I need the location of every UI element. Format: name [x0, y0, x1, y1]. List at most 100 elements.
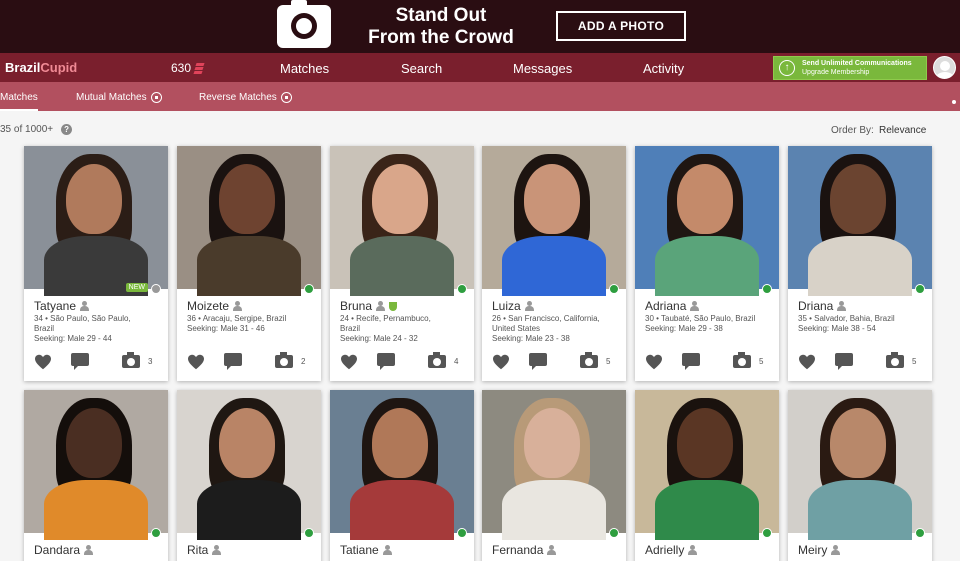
heart-icon[interactable]	[340, 354, 358, 370]
card-actions: 4	[330, 350, 474, 372]
profile-photo[interactable]	[788, 390, 932, 540]
online-status-icon	[151, 284, 161, 294]
heart-icon[interactable]	[492, 354, 510, 370]
profile-info: 35 • Salvador, Bahia, Brazil Seeking: Mal…	[798, 314, 926, 334]
profile-photo[interactable]	[635, 390, 779, 540]
profile-card[interactable]: NEW Tatyane 34 • São Paulo, São Paulo, Braz…	[24, 146, 168, 381]
profile-card[interactable]: Fernanda	[482, 390, 626, 561]
arrow-up-icon: ↑	[779, 60, 795, 76]
profile-photo[interactable]	[788, 146, 932, 296]
profile-name[interactable]: Fernanda	[492, 543, 557, 557]
profile-name[interactable]: Driana	[798, 299, 847, 313]
nav-messages[interactable]: Messages	[513, 61, 572, 76]
profile-location: 26 • San Francisco, California,	[492, 314, 600, 323]
profile-seeking: Seeking: Male 23 - 38	[492, 334, 570, 343]
profile-name[interactable]: Moizete	[187, 299, 243, 313]
profile-card[interactable]: Adrielly	[635, 390, 779, 561]
profile-name[interactable]: Rita	[187, 543, 222, 557]
profile-card[interactable]: Meiry	[788, 390, 932, 561]
more-dot-icon[interactable]	[952, 100, 956, 104]
camera-icon[interactable]	[428, 352, 446, 368]
profile-card[interactable]: Tatiane	[330, 390, 474, 561]
profile-photo[interactable]	[482, 390, 626, 540]
profile-card[interactable]: Driana 35 • Salvador, Bahia, Brazil Seekin…	[788, 146, 932, 381]
online-status-icon	[915, 284, 925, 294]
profile-card[interactable]: Dandara	[24, 390, 168, 561]
message-icon[interactable]	[71, 353, 89, 370]
camera-icon[interactable]	[275, 352, 293, 368]
upgrade-line2: Upgrade Membership	[802, 69, 870, 76]
profile-card[interactable]: Moizete 36 • Aracaju, Sergipe, Brazil Seek…	[177, 146, 321, 381]
message-icon[interactable]	[224, 353, 242, 370]
message-icon[interactable]	[835, 353, 853, 370]
profile-location: 34 • São Paulo, São Paulo,	[34, 314, 131, 323]
profile-name[interactable]: Meiry	[798, 543, 841, 557]
profile-photo[interactable]	[177, 146, 321, 296]
profile-name[interactable]: Adrielly	[645, 543, 698, 557]
profile-photo[interactable]	[24, 390, 168, 540]
camera-icon[interactable]	[733, 352, 751, 368]
profile-info: 26 • San Francisco, California, United St…	[492, 314, 620, 344]
nav-search[interactable]: Search	[401, 61, 442, 76]
profile-location: 24 • Recife, Pernambuco,	[340, 314, 431, 323]
match-count[interactable]: 630	[171, 61, 205, 75]
help-icon[interactable]: ?	[61, 124, 73, 135]
message-icon[interactable]	[529, 353, 547, 370]
profile-info: 30 • Taubaté, São Paulo, Brazil Seeking: …	[645, 314, 773, 334]
card-actions: 5	[482, 350, 626, 372]
profile-card[interactable]: Bruna 24 • Recife, Pernambuco, Brazil Seeki…	[330, 146, 474, 381]
profile-name[interactable]: Bruna	[340, 299, 398, 313]
person-icon	[831, 545, 841, 555]
user-avatar[interactable]	[933, 56, 956, 79]
nav-matches[interactable]: Matches	[280, 61, 329, 76]
online-status-icon	[304, 528, 314, 538]
profile-photo[interactable]	[635, 146, 779, 296]
person-icon	[212, 545, 222, 555]
profile-name[interactable]: Tatiane	[340, 543, 392, 557]
profile-name[interactable]: Luiza	[492, 299, 534, 313]
message-icon[interactable]	[682, 353, 700, 370]
card-actions: 5	[788, 350, 932, 372]
profile-name[interactable]: Tatyane	[34, 299, 90, 313]
tab-matches[interactable]: Matches	[0, 92, 38, 111]
heart-icon[interactable]	[34, 354, 52, 370]
person-icon	[233, 301, 243, 311]
profile-name[interactable]: Dandara	[34, 543, 94, 557]
photo-count: 2	[301, 357, 306, 366]
promo-headline: Stand Out From the Crowd	[360, 5, 522, 49]
camera-icon[interactable]	[580, 352, 598, 368]
upgrade-button[interactable]: ↑ Send Unlimited Communications Upgrade …	[773, 56, 927, 80]
camera-icon[interactable]	[122, 352, 140, 368]
add-photo-button[interactable]: ADD A PHOTO	[556, 11, 686, 41]
profile-card[interactable]: Adriana 30 • Taubaté, São Paulo, Brazil Se…	[635, 146, 779, 381]
profile-name[interactable]: Adriana	[645, 299, 700, 313]
camera-icon[interactable]	[886, 352, 904, 368]
profile-card[interactable]: Rita	[177, 390, 321, 561]
tab-mutual-matches[interactable]: Mutual Matches	[76, 92, 162, 103]
camera-icon	[277, 0, 331, 48]
main-nav: BrazilCupid 630 Matches Search Messages …	[0, 53, 960, 82]
person-icon	[547, 545, 557, 555]
results-count-text: 35 of 1000+	[0, 124, 54, 135]
site-logo[interactable]: BrazilCupid	[5, 60, 77, 75]
profile-photo[interactable]	[177, 390, 321, 540]
heart-icon[interactable]	[187, 354, 205, 370]
order-by[interactable]: Order By: Relevance	[831, 125, 926, 136]
heart-icon[interactable]	[798, 354, 816, 370]
profile-location: 36 • Aracaju, Sergipe, Brazil	[187, 314, 287, 323]
card-actions: 2	[177, 350, 321, 372]
card-actions: 3	[24, 350, 168, 372]
person-icon	[382, 545, 392, 555]
photo-count: 5	[606, 357, 611, 366]
profile-card[interactable]: Luiza 26 • San Francisco, California, Unit…	[482, 146, 626, 381]
nav-activity[interactable]: Activity	[643, 61, 684, 76]
person-icon	[690, 301, 700, 311]
heart-icon[interactable]	[645, 354, 663, 370]
profile-photo[interactable]	[330, 390, 474, 540]
promo-headline-line1: Stand Out	[395, 5, 487, 26]
tab-reverse-matches[interactable]: Reverse Matches	[199, 92, 292, 103]
profile-photo[interactable]	[330, 146, 474, 296]
profile-photo[interactable]	[482, 146, 626, 296]
profile-photo[interactable]	[24, 146, 168, 296]
message-icon[interactable]	[377, 353, 395, 370]
